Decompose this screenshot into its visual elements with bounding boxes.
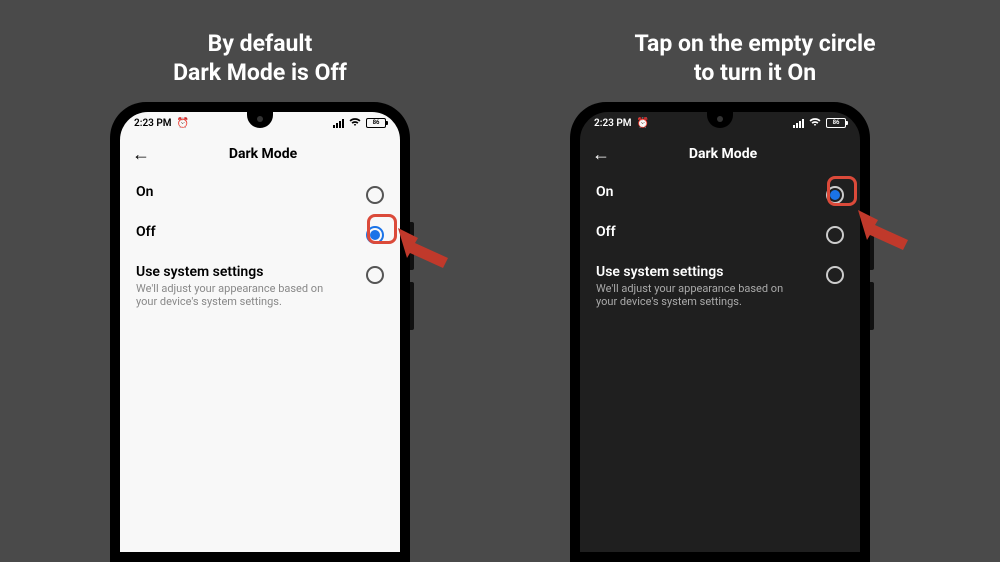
alarm-icon: ⏰ bbox=[177, 118, 189, 129]
screen-light: 2:23 PM ⏰ 86 ← Dark Mode On Off bbox=[120, 112, 400, 552]
radio-on[interactable] bbox=[826, 186, 844, 204]
radio-system[interactable] bbox=[826, 266, 844, 284]
volume-down-button[interactable] bbox=[410, 282, 414, 330]
title-bar: ← Dark Mode bbox=[580, 134, 860, 174]
caption-right: Tap on the empty circle to turn it On bbox=[580, 30, 930, 88]
option-off[interactable]: Off bbox=[120, 214, 400, 254]
radio-off[interactable] bbox=[826, 226, 844, 244]
option-on-label: On bbox=[136, 184, 153, 200]
volume-up-button[interactable] bbox=[410, 222, 414, 270]
wifi-icon bbox=[349, 117, 361, 130]
screen-dark: 2:23 PM ⏰ 86 ← Dark Mode On Off bbox=[580, 112, 860, 552]
option-on[interactable]: On bbox=[580, 174, 860, 214]
option-off-label: Off bbox=[136, 224, 156, 240]
back-button[interactable]: ← bbox=[132, 144, 150, 165]
option-off[interactable]: Off bbox=[580, 214, 860, 254]
option-on[interactable]: On bbox=[120, 174, 400, 214]
back-button[interactable]: ← bbox=[592, 144, 610, 165]
signal-icon bbox=[793, 119, 804, 128]
option-system-label: Use system settings bbox=[596, 264, 796, 280]
phone-dark: 2:23 PM ⏰ 86 ← Dark Mode On Off bbox=[570, 102, 870, 562]
option-system[interactable]: Use system settings We'll adjust your ap… bbox=[580, 254, 860, 318]
caption-left-line1: By default bbox=[208, 30, 313, 57]
signal-icon bbox=[333, 119, 344, 128]
page-title: Dark Mode bbox=[164, 146, 362, 162]
alarm-icon: ⏰ bbox=[637, 118, 649, 129]
caption-right-line1: Tap on the empty circle bbox=[634, 30, 875, 57]
option-off-label: Off bbox=[596, 224, 616, 240]
caption-left-line2: Dark Mode is Off bbox=[173, 59, 347, 86]
status-time: 2:23 PM bbox=[134, 118, 172, 129]
wifi-icon bbox=[809, 117, 821, 130]
radio-system[interactable] bbox=[366, 266, 384, 284]
caption-left: By default Dark Mode is Off bbox=[100, 30, 420, 88]
page-title: Dark Mode bbox=[624, 146, 822, 162]
option-system-sub: We'll adjust your appearance based on yo… bbox=[596, 282, 796, 308]
title-bar: ← Dark Mode bbox=[120, 134, 400, 174]
option-system[interactable]: Use system settings We'll adjust your ap… bbox=[120, 254, 400, 318]
caption-right-line2: to turn it On bbox=[694, 59, 816, 86]
volume-up-button[interactable] bbox=[870, 222, 874, 270]
battery-icon: 86 bbox=[366, 118, 386, 128]
radio-on[interactable] bbox=[366, 186, 384, 204]
status-time: 2:23 PM bbox=[594, 118, 632, 129]
option-system-sub: We'll adjust your appearance based on yo… bbox=[136, 282, 336, 308]
battery-icon: 86 bbox=[826, 118, 846, 128]
phone-light: 2:23 PM ⏰ 86 ← Dark Mode On Off bbox=[110, 102, 410, 562]
option-on-label: On bbox=[596, 184, 613, 200]
volume-down-button[interactable] bbox=[870, 282, 874, 330]
radio-off[interactable] bbox=[366, 226, 384, 244]
option-system-label: Use system settings bbox=[136, 264, 336, 280]
